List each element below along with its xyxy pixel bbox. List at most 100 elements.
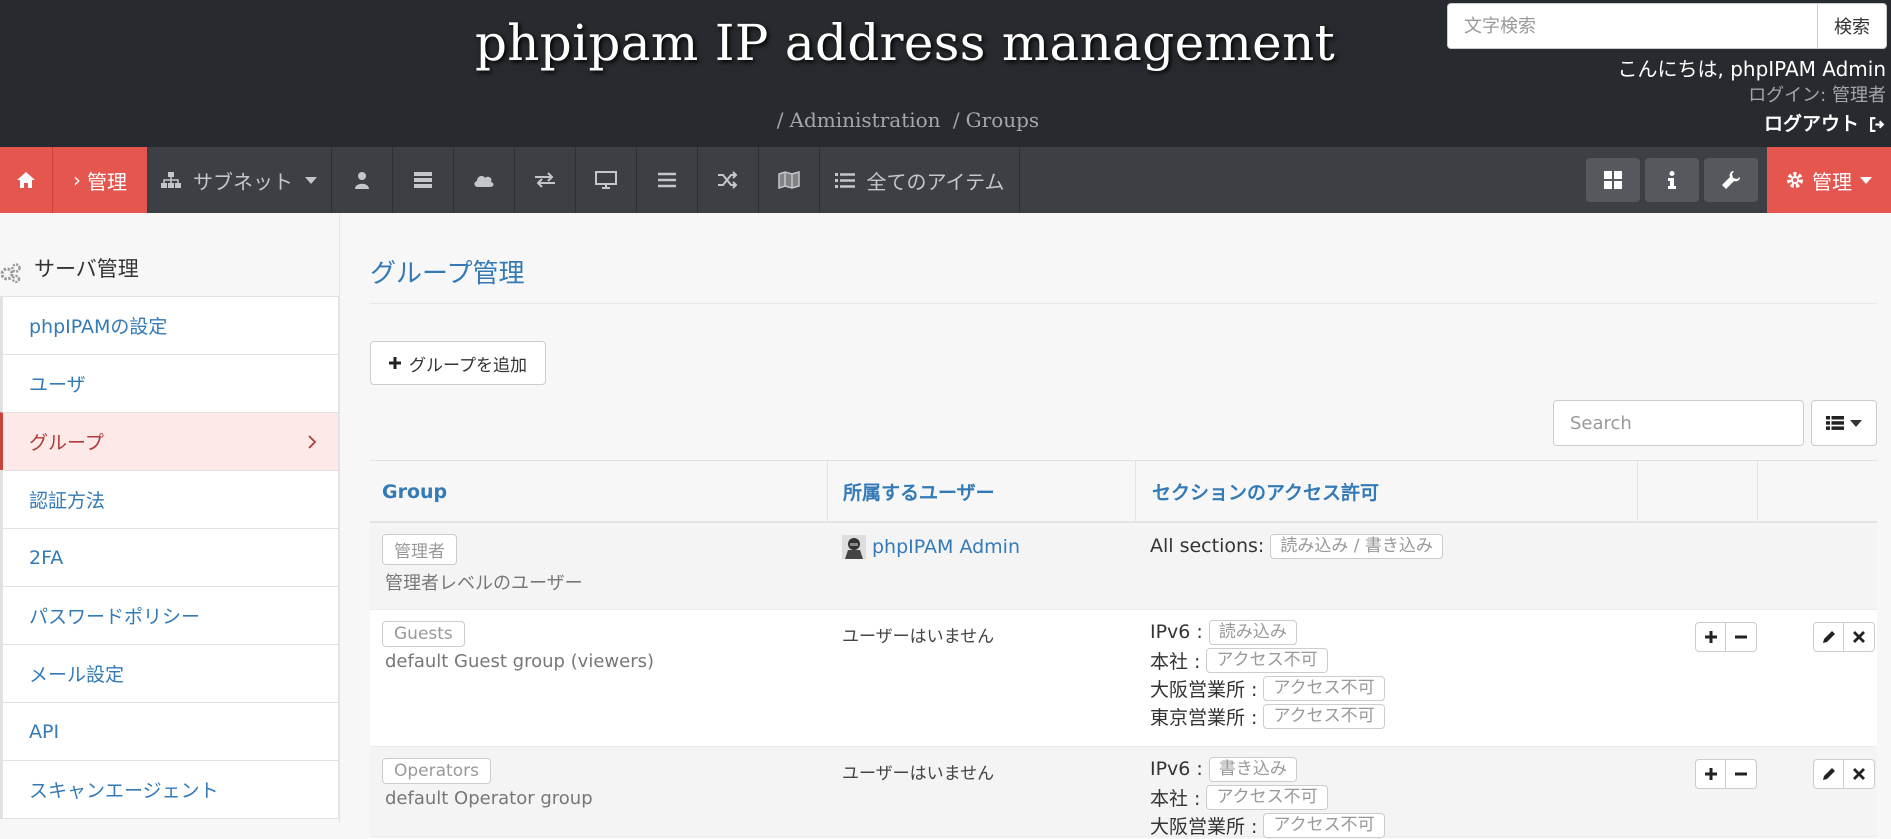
nav-nat[interactable]: [515, 147, 576, 213]
add-permission-button[interactable]: [1695, 622, 1726, 652]
pencil-icon: [1822, 631, 1835, 643]
random-icon: [718, 171, 738, 189]
columns-toggle-button[interactable]: [1811, 400, 1877, 446]
table-row: 管理者 管理者レベルのユーザー phpIPAM Admin All sectio…: [370, 523, 1877, 610]
add-group-button[interactable]: グループを追加: [370, 341, 546, 385]
nav-map[interactable]: [759, 147, 820, 213]
nav-home[interactable]: [0, 147, 53, 213]
caret-down-icon: [1850, 419, 1862, 427]
permission-line: All sections: 読み込み / 書き込み: [1150, 532, 1443, 560]
page-title: グループ管理: [370, 259, 525, 289]
list-icon: [834, 173, 855, 188]
edit-group-button[interactable]: [1813, 622, 1844, 652]
sidebar-item-label: メール設定: [29, 664, 125, 686]
delete-group-button[interactable]: [1844, 759, 1875, 789]
user-link[interactable]: phpIPAM Admin: [842, 535, 1020, 559]
page-header: phpipam IP address management / Administr…: [0, 0, 1891, 147]
sidebar-item-scan-agents[interactable]: スキャンエージェント: [0, 760, 339, 819]
login-info: ログイン: 管理者: [1618, 82, 1886, 110]
users-cell: ユーザーはいません: [842, 759, 994, 784]
list-icon: [658, 172, 676, 188]
permission-line: 本社 : アクセス不可: [1150, 646, 1385, 674]
global-search: 検索: [1447, 3, 1887, 49]
nav-list[interactable]: [637, 147, 698, 213]
table-row: Operators default Operator group ユーザーはいま…: [370, 747, 1877, 838]
breadcrumb-item: Groups: [965, 108, 1040, 132]
group-cell: Guests default Guest group (viewers): [382, 621, 654, 672]
nav-subnets[interactable]: サブネット: [147, 147, 332, 213]
sidebar-item-auth-methods[interactable]: 認証方法: [0, 470, 339, 529]
tools-button[interactable]: [1704, 158, 1758, 202]
desktop-icon: [595, 171, 617, 189]
sidebar-item-password-policy[interactable]: パスワードポリシー: [0, 586, 339, 645]
sitemap-icon: [161, 172, 181, 188]
cloud-icon: [474, 175, 494, 187]
nav-random[interactable]: [698, 147, 759, 213]
section-name: 大阪営業所 :: [1150, 815, 1258, 838]
group-name-badge: 管理者: [382, 534, 457, 565]
logout-label: ログアウト: [1763, 113, 1859, 135]
global-search-input[interactable]: [1447, 3, 1817, 49]
admin-menu-button[interactable]: 管理: [1767, 147, 1891, 213]
row-actions: [1813, 759, 1875, 789]
logout-link[interactable]: ログアウト: [1764, 110, 1886, 138]
dashboard-button[interactable]: [1586, 158, 1640, 202]
avatar: [842, 535, 866, 559]
delete-group-button[interactable]: [1844, 622, 1875, 652]
sidebar-item-groups[interactable]: グループ: [0, 412, 339, 471]
sign-out-icon: [1870, 116, 1885, 132]
group-description: 管理者レベルのユーザー: [385, 573, 583, 594]
sidebar-item-label: パスワードポリシー: [29, 606, 201, 628]
admin-menu-label: 管理: [1812, 169, 1852, 194]
permissions-cell: All sections: 読み込み / 書き込み: [1150, 532, 1443, 560]
edit-group-button[interactable]: [1813, 759, 1844, 789]
nav-all-items[interactable]: 全てのアイテム: [820, 147, 1020, 213]
sidebar-item-settings[interactable]: phpIPAMの設定: [0, 296, 339, 355]
minus-icon: [1735, 772, 1747, 776]
search-button[interactable]: 検索: [1817, 3, 1887, 49]
permission-line: 本社 : アクセス不可: [1150, 783, 1385, 811]
info-button[interactable]: [1645, 158, 1699, 202]
permission-line: IPv6 : 書き込み: [1150, 755, 1385, 783]
nav-cloud[interactable]: [454, 147, 515, 213]
divider: [1135, 461, 1136, 522]
nav-devices[interactable]: [393, 147, 454, 213]
breadcrumb: / Administration / Groups: [776, 108, 1040, 132]
sidebar-item-api[interactable]: API: [0, 702, 339, 761]
main-navbar: › 管理 サブネット 全てのアイテム 管理: [0, 147, 1891, 213]
add-permission-button[interactable]: [1695, 759, 1726, 789]
sidebar-item-label: 2FA: [29, 546, 64, 569]
permission-line: 東京営業所 : アクセス不可: [1150, 702, 1385, 730]
sidebar-heading-label: サーバ管理: [34, 257, 139, 281]
info-icon: [1668, 171, 1676, 189]
nav-admin-label: 管理: [87, 169, 127, 194]
column-header-permissions[interactable]: セクションのアクセス許可: [1152, 461, 1379, 522]
row-actions: [1813, 622, 1875, 652]
breadcrumb-item[interactable]: Administration: [790, 108, 941, 132]
permissions-cell: IPv6 : 読み込み 本社 : アクセス不可 大阪営業所 : アクセス不可 東京営業…: [1150, 618, 1385, 730]
sidebar-item-users[interactable]: ユーザ: [0, 354, 339, 413]
sidebar-item-2fa[interactable]: 2FA: [0, 528, 339, 587]
column-header-users[interactable]: 所属するユーザー: [843, 461, 995, 522]
exchange-icon: [535, 172, 555, 188]
nav-users[interactable]: [332, 147, 393, 213]
user-name: phpIPAM Admin: [872, 536, 1020, 558]
sidebar-item-mail-settings[interactable]: メール設定: [0, 644, 339, 703]
permission-line: 大阪営業所 : アクセス不可: [1150, 674, 1385, 702]
sidebar-item-label: グループ: [29, 432, 104, 454]
nav-admin[interactable]: › 管理: [53, 147, 147, 213]
divider: [1757, 461, 1758, 522]
column-header-group[interactable]: Group: [382, 461, 447, 522]
access-badge: 読み込み / 書き込み: [1270, 533, 1443, 559]
remove-permission-button[interactable]: [1726, 759, 1757, 789]
section-name: 本社 :: [1150, 787, 1201, 810]
sidebar-item-label: API: [29, 720, 60, 743]
map-icon: [778, 171, 800, 189]
chevron-right-icon: ›: [73, 168, 81, 192]
users-cell: ユーザーはいません: [842, 622, 994, 647]
nav-racks[interactable]: [576, 147, 637, 213]
home-icon: [17, 172, 35, 188]
table-search-input[interactable]: [1553, 400, 1804, 446]
remove-permission-button[interactable]: [1726, 622, 1757, 652]
no-users-text: ユーザーはいません: [842, 764, 995, 784]
